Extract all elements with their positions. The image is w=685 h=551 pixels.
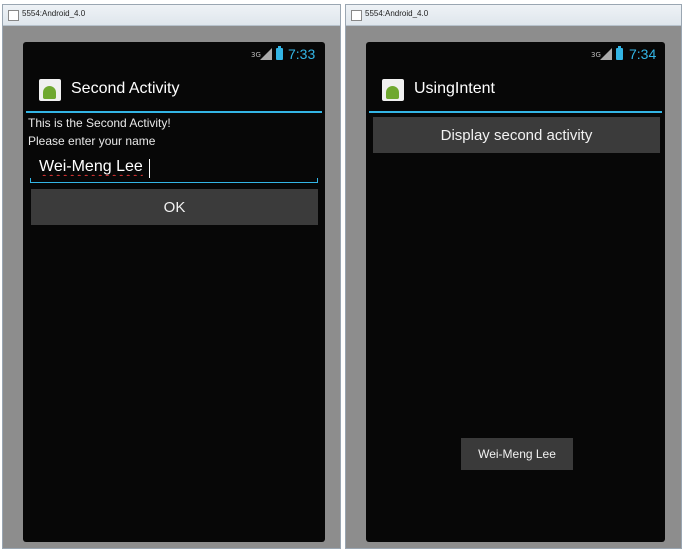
emulator-app-icon [351, 10, 362, 21]
android-app-icon[interactable] [382, 79, 404, 101]
text-cursor [149, 159, 150, 178]
status-bar: 3G 7:34 [366, 42, 665, 70]
battery-icon [276, 46, 283, 60]
window-titlebar[interactable]: 5554:Android_4.0 [3, 5, 340, 26]
window-title: 5554:Android_4.0 [365, 9, 429, 18]
status-bar: 3G 7:33 [23, 42, 325, 70]
device-screen: 3G 7:33 Second Activity This is the Seco… [23, 42, 325, 542]
emulator-frame: 3G 7:34 UsingIntent Display second activ… [346, 26, 681, 548]
android-app-icon[interactable] [39, 79, 61, 101]
device-screen: 3G 7:34 UsingIntent Display second activ… [366, 42, 665, 542]
action-bar: Second Activity [23, 70, 325, 110]
name-input[interactable] [30, 152, 318, 182]
signal-icon [260, 48, 272, 60]
action-bar-divider [369, 111, 662, 113]
window-titlebar[interactable]: 5554:Android_4.0 [346, 5, 681, 26]
name-field[interactable] [30, 152, 318, 183]
emulator-window-right: 5554:Android_4.0 3G 7:34 UsingIntent Dis… [345, 4, 682, 549]
action-bar-divider [26, 111, 322, 113]
signal-icon [600, 48, 612, 60]
ok-button[interactable]: OK [31, 189, 318, 225]
intro-text: This is the Second Activity! [28, 116, 171, 130]
emulator-window-left: 5554:Android_4.0 3G 7:33 Second Activity… [2, 4, 341, 549]
status-time: 7:34 [629, 46, 657, 62]
status-time: 7:33 [288, 46, 316, 62]
action-bar-title: UsingIntent [414, 80, 495, 97]
emulator-frame: 3G 7:33 Second Activity This is the Seco… [3, 26, 340, 548]
window-title: 5554:Android_4.0 [22, 9, 86, 18]
prompt-text: Please enter your name [28, 134, 156, 148]
action-bar-title: Second Activity [71, 80, 180, 97]
display-second-activity-button[interactable]: Display second activity [373, 117, 660, 153]
action-bar: UsingIntent [366, 70, 665, 110]
battery-icon [616, 46, 623, 60]
emulator-app-icon [8, 10, 19, 21]
toast-message: Wei-Meng Lee [461, 438, 573, 470]
